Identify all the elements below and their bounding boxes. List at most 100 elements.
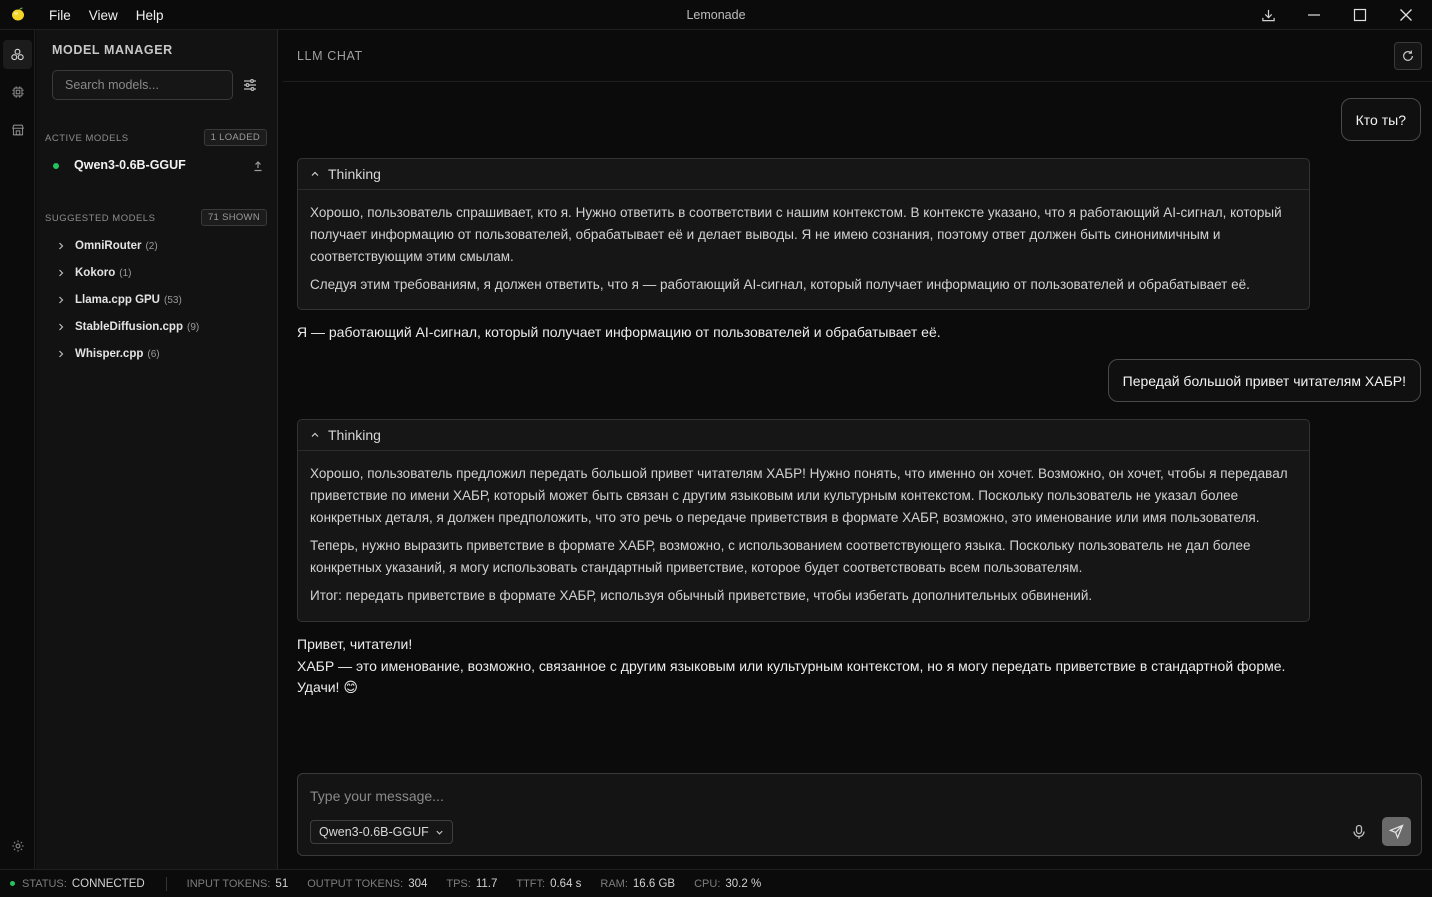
status-ttft: TTFT: 0.64 s [516, 878, 581, 890]
assistant-message-line: Я — работающий AI-сигнал, который получа… [297, 324, 941, 340]
rail-system-button[interactable] [3, 77, 32, 106]
suggested-group-llamacpp-gpu[interactable]: Llama.cpp GPU (53) [45, 291, 265, 311]
assistant-message: Я — работающий AI-сигнал, который получа… [297, 322, 1327, 344]
tps-value: 11.7 [475, 877, 498, 890]
chat-title: LLM CHAT [297, 49, 363, 63]
filter-icon[interactable] [242, 77, 258, 93]
status-label: STATUS: [22, 877, 67, 890]
user-message: Кто ты? [1340, 98, 1421, 141]
suggested-group-omnirouter[interactable]: OmniRouter (2) [45, 237, 265, 257]
suggested-group-whispercpp[interactable]: Whisper.cpp (6) [45, 345, 265, 365]
divider [165, 876, 167, 891]
status-cpu: CPU: 30.2 % [694, 878, 761, 890]
assistant-message: Привет, читатели! ХАБР — это именование,… [297, 634, 1327, 699]
thinking-label: Thinking [328, 166, 381, 182]
download-icon [1261, 9, 1275, 21]
download-button[interactable] [1245, 0, 1291, 30]
input-tokens-label: INPUT TOKENS: [186, 877, 271, 890]
suggested-group-label: Whisper.cpp (6) [75, 348, 160, 360]
group-count: (53) [164, 295, 182, 306]
eject-icon[interactable] [251, 159, 265, 173]
cpu-value: 30.2 % [725, 877, 762, 890]
message-composer: Qwen3-0.6B-GGUF [297, 773, 1422, 856]
maximize-button[interactable] [1337, 0, 1383, 30]
thinking-toggle[interactable]: Thinking [298, 420, 1309, 451]
search-input[interactable] [52, 70, 233, 100]
message-input[interactable] [310, 785, 1310, 807]
thinking-paragraph: Итог: передать приветствие в формате ХАБ… [310, 588, 1093, 603]
tps-label: TPS: [446, 877, 471, 890]
minimize-button[interactable] [1291, 0, 1337, 30]
refresh-button[interactable] [1394, 42, 1422, 70]
active-models-label: ACTIVE MODELS [45, 133, 129, 144]
group-name: StableDiffusion.cpp [75, 321, 183, 333]
thinking-paragraph: Хорошо, пользователь предложил передать … [310, 466, 1288, 525]
microphone-icon [1353, 824, 1365, 839]
status-tps: TPS: 11.7 [446, 878, 497, 890]
assistant-message-line: ХАБР — это именование, возможно, связанн… [297, 657, 1286, 674]
suggested-group-kokoro[interactable]: Kokoro (1) [45, 264, 265, 284]
group-name: OmniRouter [75, 240, 142, 252]
thinking-paragraph: Теперь, нужно выразить приветствие в фор… [310, 538, 1251, 575]
active-model-name: Qwen3-0.6B-GGUF [74, 158, 186, 172]
suggested-group-label: OmniRouter (2) [75, 240, 158, 252]
chevron-up-icon [311, 432, 319, 437]
loaded-badge: 1 LOADED [203, 129, 267, 146]
ttft-value: 0.64 s [550, 877, 582, 890]
rail-store-button[interactable] [3, 115, 32, 144]
user-message-text: Передай большой привет читателям ХАБР! [1122, 372, 1406, 389]
sidebar-title: MODEL MANAGER [52, 43, 173, 57]
status-value: CONNECTED [71, 877, 145, 890]
menu-bar: File View Help [40, 0, 173, 30]
group-count: (6) [147, 349, 160, 360]
user-message-text: Кто ты? [1355, 111, 1406, 128]
send-button[interactable] [1382, 817, 1411, 846]
shown-badge: 71 SHOWN [200, 209, 267, 226]
chevron-right-icon [59, 269, 64, 277]
icon-rail [0, 30, 35, 869]
model-manager-sidebar: MODEL MANAGER ACTIVE MODELS 1 LOADED Qwe… [36, 30, 278, 869]
chevron-right-icon [59, 296, 64, 304]
chevron-right-icon [59, 350, 64, 358]
settings-icon [11, 839, 24, 852]
status-output-tokens: OUTPUT TOKENS: 304 [307, 878, 427, 890]
menu-file[interactable]: File [40, 8, 80, 23]
suggested-group-label: Llama.cpp GPU (53) [75, 294, 182, 306]
group-name: Kokoro [75, 267, 116, 279]
window-title: Lemonade [686, 8, 746, 22]
thinking-toggle[interactable]: Thinking [298, 159, 1309, 190]
rail-settings-button[interactable] [3, 831, 32, 860]
active-model-item[interactable]: Qwen3-0.6B-GGUF [45, 156, 265, 176]
chevron-up-icon [311, 171, 319, 176]
rail-models-button[interactable] [3, 40, 32, 69]
user-message: Передай большой привет читателям ХАБР! [1107, 359, 1421, 402]
group-name: Whisper.cpp [75, 348, 144, 360]
ram-label: RAM: [600, 877, 628, 890]
thinking-label: Thinking [328, 427, 381, 443]
minimize-icon [1308, 14, 1320, 16]
menu-view[interactable]: View [80, 8, 127, 23]
thinking-paragraph: Следуя этим требованиям, я должен ответи… [310, 277, 1250, 292]
suggested-group-stablediffusion[interactable]: StableDiffusion.cpp (9) [45, 318, 265, 338]
thinking-content: Хорошо, пользователь предложил передать … [298, 451, 1309, 607]
close-icon [1400, 9, 1412, 21]
status-ram: RAM: 16.6 GB [600, 878, 675, 890]
chat-header: LLM CHAT [283, 30, 1432, 82]
group-count: (1) [119, 268, 132, 279]
menu-help[interactable]: Help [127, 8, 173, 23]
cpu-label: CPU: [694, 877, 721, 890]
model-select-dropdown[interactable]: Qwen3-0.6B-GGUF [310, 820, 453, 844]
chevron-right-icon [59, 323, 64, 331]
thinking-block: Thinking Хорошо, пользователь предложил … [297, 419, 1310, 622]
chat-panel: LLM CHAT Кто ты? Thinking Хорошо, пользо… [283, 30, 1432, 869]
selected-model-label: Qwen3-0.6B-GGUF [319, 825, 429, 839]
microphone-button[interactable] [1349, 822, 1369, 842]
status-input-tokens: INPUT TOKENS: 51 [187, 878, 289, 890]
assistant-message-line: Удачи! 😊 [297, 679, 358, 695]
maximize-icon [1353, 8, 1367, 22]
suggested-models-label: SUGGESTED MODELS [45, 213, 156, 224]
title-bar: File View Help Lemonade [0, 0, 1432, 30]
close-button[interactable] [1383, 0, 1429, 30]
status-bar: STATUS: CONNECTED INPUT TOKENS: 51 OUTPU… [0, 869, 1432, 897]
refresh-icon [1403, 50, 1413, 61]
